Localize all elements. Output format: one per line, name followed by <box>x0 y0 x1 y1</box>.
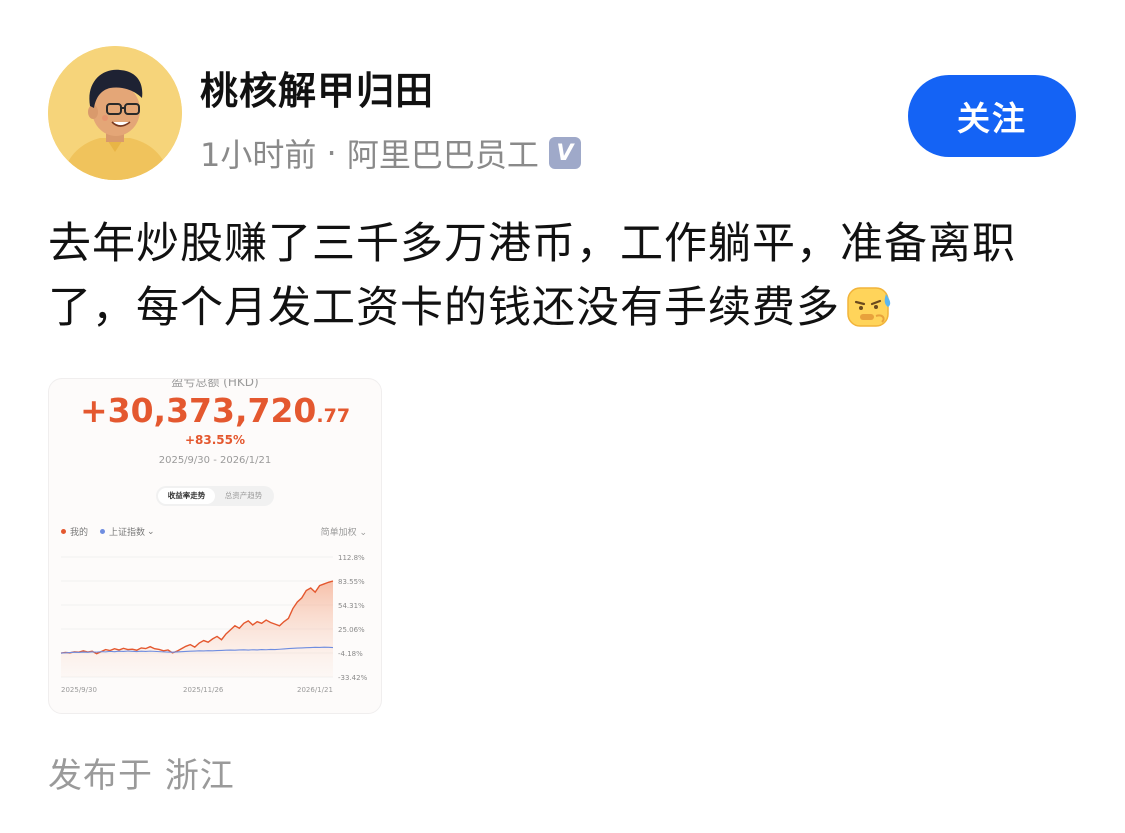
weighting-selector: 简单加权 ⌄ <box>320 528 367 538</box>
cartoon-man-avatar-icon <box>48 46 182 180</box>
y-tick-label: 83.55% <box>338 578 365 586</box>
return-line-chart: 112.8% 83.55% 54.31% 25.06% -4.18% -33.42% 20… <box>60 554 368 694</box>
profit-amount-main: +30,373,720 <box>79 391 317 430</box>
date-range: 2025/9/30 - 2026/1/21 <box>158 455 272 466</box>
chart-tabs: 收益率走势 总资产趋势 <box>156 486 274 506</box>
verified-v-icon: V <box>548 137 581 169</box>
post-meta: 1小时前 · 阿里巴巴员工 V <box>200 130 581 176</box>
legend-dot-mine <box>61 529 66 534</box>
meta-separator: · <box>316 134 347 172</box>
author-avatar[interactable] <box>48 46 182 180</box>
legend-item-mine: 我的 <box>61 525 88 538</box>
post-location: 发布于 浙江 <box>48 748 235 797</box>
chevron-down-icon: ⌄ <box>147 526 155 537</box>
image-top-label: 盈亏总额 (HKD) <box>171 378 259 389</box>
profit-amount-decimal: .77 <box>316 405 351 427</box>
chart-legend: 我的 上证指数 ⌄ <box>61 525 167 538</box>
sweating-face-emoji-icon <box>846 284 894 328</box>
y-tick-label: 112.8% <box>338 554 365 562</box>
y-tick-label: -4.18% <box>338 650 363 658</box>
post-time: 1小时前 <box>200 136 317 174</box>
follow-button[interactable]: 关注 <box>908 75 1076 157</box>
y-tick-label: 25.06% <box>338 626 365 634</box>
post-image-thumbnail[interactable]: 盈亏总额 (HKD) +30,373,720.77 +83.55% 2025/9… <box>48 378 382 714</box>
author-org: 阿里巴巴员工 <box>346 136 539 174</box>
profit-percent: +83.55% <box>184 433 246 447</box>
legend-label-mine: 我的 <box>70 528 89 538</box>
x-tick-label: 2025/9/30 <box>61 686 97 694</box>
author-name[interactable]: 桃核解甲归田 <box>200 60 434 115</box>
tab-total-assets-trend: 总资产趋势 <box>224 491 263 500</box>
x-tick-label: 2026/1/21 <box>297 686 333 694</box>
location-place: 浙江 <box>164 756 235 796</box>
legend-label-index: 上证指数 <box>109 528 146 538</box>
y-tick-label: 54.31% <box>338 602 365 610</box>
x-tick-label: 2025/11/26 <box>183 686 224 694</box>
tab-return-trend: 收益率走势 <box>158 488 215 504</box>
profit-amount: +30,373,720.77 <box>49 391 381 430</box>
legend-dot-index <box>100 529 106 534</box>
legend-item-index: 上证指数 ⌄ <box>100 525 155 538</box>
post-content: 去年炒股赚了三千多万港币，工作躺平，准备离职了，每个月发工资卡的钱还没有手续费多 <box>48 212 1058 340</box>
location-prefix: 发布于 <box>48 756 153 796</box>
y-tick-label: -33.42% <box>338 674 368 682</box>
